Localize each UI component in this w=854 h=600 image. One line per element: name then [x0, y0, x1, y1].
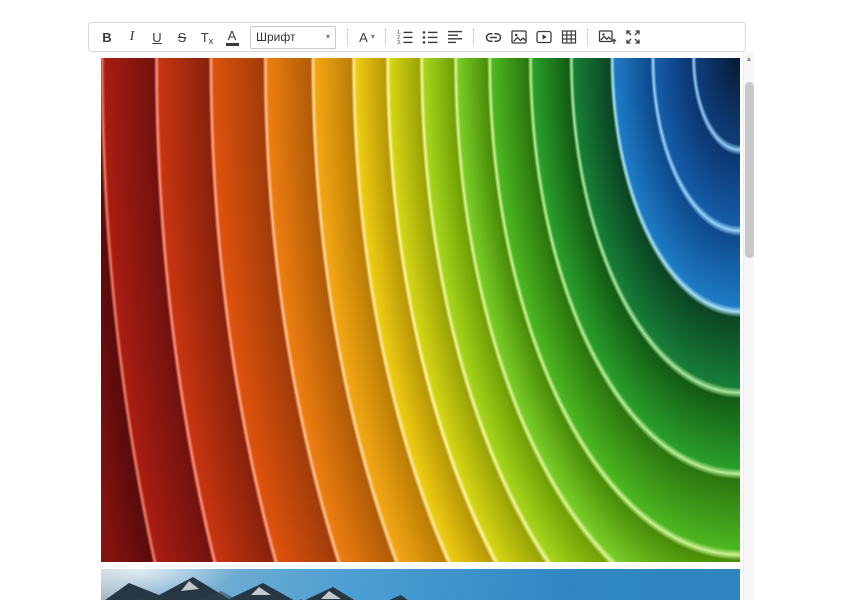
paragraph-align-icon	[446, 28, 464, 46]
svg-text:3.: 3.	[397, 40, 402, 46]
underline-button[interactable]: U	[145, 25, 169, 49]
font-color-button[interactable]: A	[220, 25, 244, 49]
table-icon	[560, 28, 578, 46]
paragraph-align-button[interactable]	[443, 25, 467, 49]
ordered-list-button[interactable]: 1. 2. 3.	[393, 25, 417, 49]
insert-video-button[interactable]	[532, 25, 556, 49]
fullscreen-icon	[624, 28, 642, 46]
mountain-silhouette	[101, 569, 740, 600]
italic-button[interactable]: I	[120, 25, 144, 49]
toolbar-separator	[473, 29, 475, 45]
editor-toolbar: B I U S Tx A Шрифт ▾ A ▾ 1. 2.	[88, 22, 746, 52]
insert-table-button[interactable]	[557, 25, 581, 49]
toolbar-separator	[347, 29, 349, 45]
toolbar-separator	[385, 29, 387, 45]
scroll-up-arrow[interactable]: ▲	[744, 52, 754, 66]
clear-format-label: T	[201, 30, 209, 45]
chevron-down-icon: ▾	[371, 33, 375, 41]
unordered-list-button[interactable]	[418, 25, 442, 49]
strikethrough-button[interactable]: S	[170, 25, 194, 49]
mountain-landscape-image[interactable]	[101, 569, 740, 600]
rich-text-editor: B I U S Tx A Шрифт ▾ A ▾ 1. 2.	[88, 22, 754, 600]
rainbow-curves-image[interactable]	[101, 58, 740, 562]
ordered-list-icon: 1. 2. 3.	[396, 28, 414, 46]
font-color-icon: A	[226, 29, 239, 46]
video-icon	[535, 28, 553, 46]
fullscreen-button[interactable]	[621, 25, 645, 49]
toolbar-separator	[587, 29, 589, 45]
link-icon	[484, 29, 503, 46]
font-size-dropdown[interactable]: A ▾	[355, 25, 379, 49]
scroll-thumb[interactable]	[745, 82, 754, 258]
content-images	[88, 58, 740, 600]
bold-button[interactable]: B	[95, 25, 119, 49]
image-upload-icon	[598, 28, 617, 46]
unordered-list-icon	[421, 28, 439, 46]
clear-format-button[interactable]: Tx	[195, 25, 219, 49]
font-size-label: A	[359, 30, 368, 45]
font-family-value: Шрифт	[256, 30, 295, 44]
editor-content-area[interactable]: ▲	[88, 52, 754, 600]
font-family-dropdown[interactable]: Шрифт ▾	[250, 26, 336, 49]
scrollbar[interactable]: ▲	[743, 52, 754, 600]
insert-image-button[interactable]	[507, 25, 531, 49]
clear-format-sub-label: x	[209, 36, 214, 46]
image-icon	[510, 28, 528, 46]
insert-link-button[interactable]	[481, 25, 506, 49]
upload-image-button[interactable]	[595, 25, 620, 49]
chevron-down-icon: ▾	[326, 33, 330, 41]
